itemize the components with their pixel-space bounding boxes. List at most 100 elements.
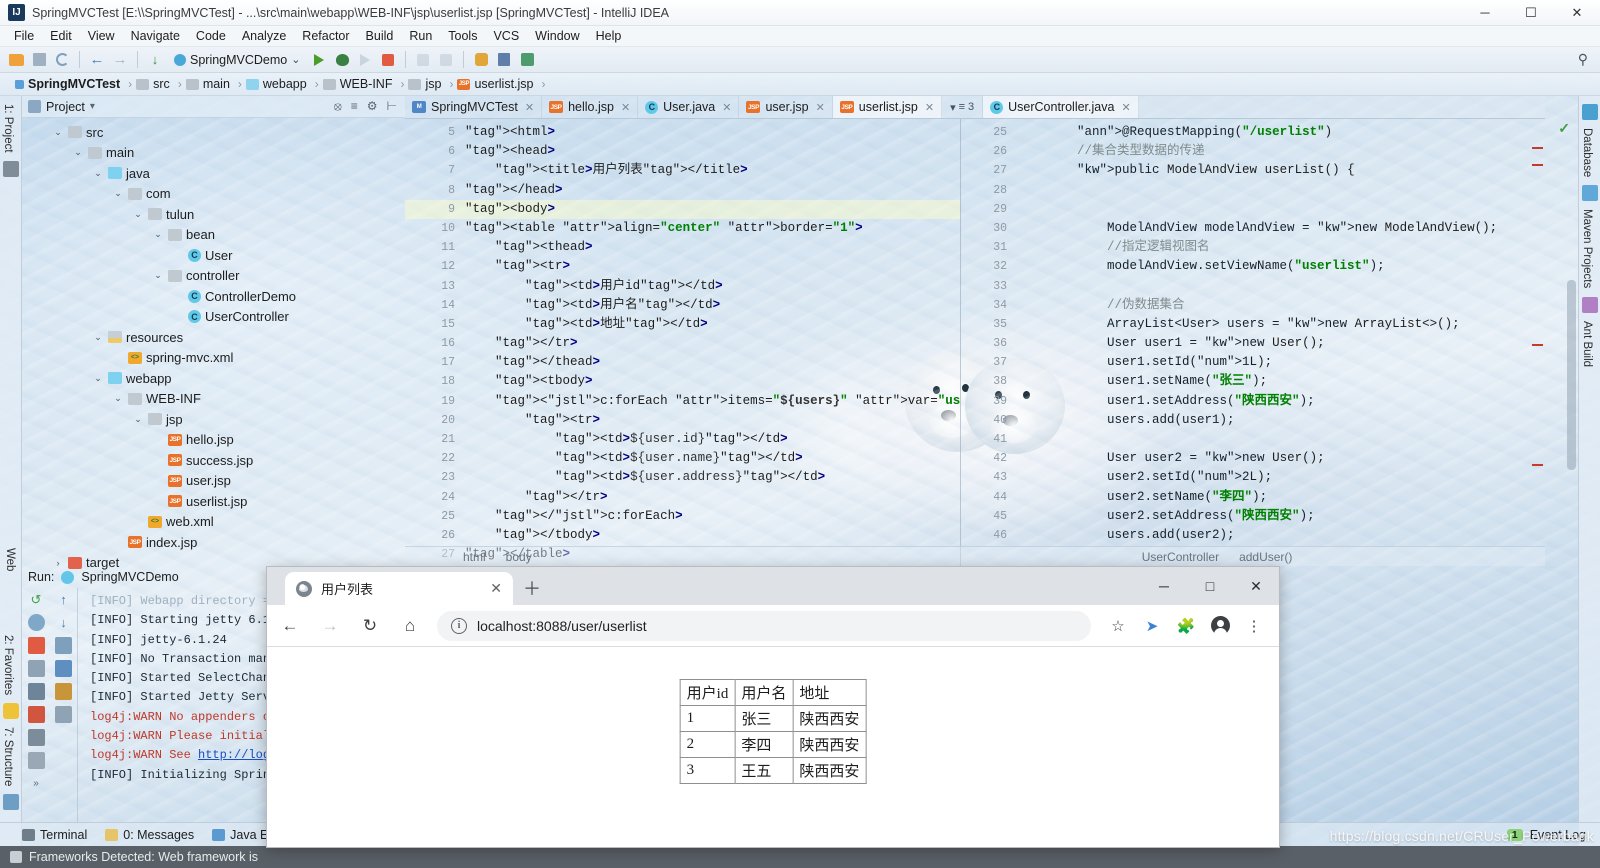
tree-twisty-icon[interactable]: ⌄ [52, 127, 64, 138]
breadcrumb-item-jsp[interactable]: jsp [405, 77, 448, 91]
run-configuration-selector[interactable]: SpringMVCDemo ⌄ [168, 52, 306, 68]
code-line[interactable]: users.add(user2); [1013, 526, 1545, 545]
sidebar-item-database[interactable]: Database [1579, 124, 1595, 181]
sync-icon[interactable] [52, 50, 72, 70]
tree-node-resources[interactable]: ⌄resources [22, 327, 405, 348]
browser-url-text[interactable]: localhost:8088/user/userlist [477, 618, 647, 634]
tree-node-user[interactable]: CUser [22, 245, 405, 266]
code-line[interactable]: ModelAndView modelAndView = "kw">new Mod… [1013, 219, 1545, 238]
browser-reload-icon[interactable]: ↻ [353, 609, 387, 643]
browser-back-icon[interactable]: ← [273, 609, 307, 643]
code-line[interactable]: //指定逻辑视图名 [1013, 238, 1545, 257]
hide-panel-icon[interactable]: ⊢ [387, 99, 397, 114]
tree-node-controllerdemo[interactable]: CControllerDemo [22, 286, 405, 307]
menu-item-navigate[interactable]: Navigate [124, 27, 187, 45]
toggle-bookmarks-icon[interactable]: ↓ [145, 50, 165, 70]
code-line[interactable]: "tag"><tr> [461, 257, 960, 276]
site-info-icon[interactable]: i [451, 618, 467, 634]
debug-icon[interactable] [332, 50, 352, 70]
tree-twisty-icon[interactable]: ⌄ [132, 414, 144, 425]
tree-node-hello-jsp[interactable]: JSPhello.jsp [22, 430, 405, 451]
menu-item-tools[interactable]: Tools [441, 27, 484, 45]
menu-item-file[interactable]: File [7, 27, 41, 45]
editor-tab-close-icon[interactable]: ✕ [925, 101, 934, 114]
browser-tab-close-icon[interactable]: ✕ [490, 580, 502, 597]
rerun-icon[interactable]: ↺ [28, 591, 45, 608]
breadcrumb-item-userlist-jsp[interactable]: JSPuserlist.jsp [454, 77, 540, 91]
tree-twisty-icon[interactable]: ⌄ [72, 147, 84, 158]
code-line[interactable]: "ann">@RequestMapping("/userlist") [1013, 123, 1545, 142]
editor-tab-springmvctest[interactable]: MSpringMVCTest✕ [405, 96, 542, 118]
code-line[interactable]: user1.setAddress("陕西西安"); [1013, 392, 1545, 411]
settings-wrench-icon[interactable] [471, 50, 491, 70]
editor-tab-close-icon[interactable]: ✕ [1121, 101, 1130, 114]
scroll-up-icon[interactable]: ↑ [55, 591, 72, 608]
editor-tab-user-jsp[interactable]: JSPuser.jsp✕ [739, 96, 832, 118]
code-line[interactable] [1013, 200, 1545, 219]
code-line[interactable]: User user1 = "kw">new User(); [1013, 334, 1545, 353]
code-line[interactable]: user1.setId("num">1L); [1013, 353, 1545, 372]
clear-all-icon[interactable] [55, 706, 72, 723]
database-icon[interactable] [517, 50, 537, 70]
tree-node-userlist-jsp[interactable]: JSPuserlist.jsp [22, 491, 405, 512]
browser-forward-icon[interactable]: → [313, 609, 347, 643]
breadcrumb-item-webapp[interactable]: webapp [243, 77, 314, 91]
code-line[interactable]: "tag"><tr> [461, 411, 960, 430]
menu-item-vcs[interactable]: VCS [486, 27, 526, 45]
browser-maximize-button[interactable]: □ [1187, 567, 1233, 605]
editor-vertical-scrollbar[interactable] [1567, 280, 1576, 470]
editor-tab-overflow[interactable]: ▾≡3 [942, 96, 983, 118]
bottom-item-terminal[interactable]: Terminal [22, 828, 87, 842]
code-line[interactable]: "tag"><body> [461, 200, 960, 219]
editor-tab-userlist-jsp[interactable]: JSPuserlist.jsp✕ [833, 96, 942, 118]
tree-twisty-icon[interactable]: ⌄ [92, 168, 104, 179]
code-line[interactable]: user2.setName("李四"); [1013, 488, 1545, 507]
menu-item-analyze[interactable]: Analyze [235, 27, 293, 45]
code-line[interactable]: "tag"><td>地址"tag"></td> [461, 315, 960, 334]
sidebar-item-ant-build[interactable]: Ant Build [1579, 317, 1595, 371]
breadcrumb-item-src[interactable]: src [133, 77, 177, 91]
code-line[interactable]: "tag"><"jstl">c:forEach "attr">items="${… [461, 392, 960, 411]
tree-node-com[interactable]: ⌄com [22, 184, 405, 205]
code-line[interactable]: //集合类型数据的传递 [1013, 142, 1545, 161]
tree-node-usercontroller[interactable]: CUserController [22, 307, 405, 328]
code-line[interactable]: "tag"><head> [461, 142, 960, 161]
forward-arrow-icon[interactable]: → [110, 50, 130, 70]
settings-gear-icon[interactable]: ⚙ [367, 99, 378, 114]
code-line[interactable]: user1.setName("张三"); [1013, 372, 1545, 391]
editor-tab-close-icon[interactable]: ✕ [525, 101, 534, 114]
code-line[interactable]: "tag"></tr> [461, 334, 960, 353]
right-code-content[interactable]: "ann">@RequestMapping("/userlist") //集合类… [1013, 119, 1545, 566]
tree-node-controller[interactable]: ⌄controller [22, 266, 405, 287]
inspections-ok-icon[interactable]: ✓ [1558, 120, 1570, 137]
code-line[interactable] [1013, 277, 1545, 296]
tree-node-spring-mvc-xml[interactable]: <>spring-mvc.xml [22, 348, 405, 369]
code-line[interactable]: "tag"><table "attr">align="center" "attr… [461, 219, 960, 238]
project-structure-icon[interactable] [494, 50, 514, 70]
browser-minimize-button[interactable]: ─ [1141, 567, 1187, 605]
tree-node-index-jsp[interactable]: JSPindex.jsp [22, 532, 405, 553]
code-line[interactable]: User user2 = "kw">new User(); [1013, 449, 1545, 468]
menu-item-code[interactable]: Code [189, 27, 233, 45]
stop-icon[interactable] [378, 50, 398, 70]
scroll-to-end-icon[interactable] [55, 660, 72, 677]
menu-item-window[interactable]: Window [528, 27, 586, 45]
code-line[interactable]: ArrayList<User> users = "kw">new ArrayLi… [1013, 315, 1545, 334]
editor-tab-close-icon[interactable]: ✕ [722, 101, 731, 114]
code-line[interactable] [1013, 430, 1545, 449]
code-line[interactable]: "tag"><thead> [461, 238, 960, 257]
tree-node-java[interactable]: ⌄java [22, 163, 405, 184]
code-line[interactable]: "tag"></tbody> [461, 526, 960, 545]
new-tab-button[interactable]: ＋ [523, 580, 541, 598]
code-line[interactable]: "tag"><td>${user.address}"tag"></td> [461, 468, 960, 487]
menu-item-run[interactable]: Run [402, 27, 439, 45]
menu-item-view[interactable]: View [81, 27, 122, 45]
camera-icon[interactable] [28, 683, 45, 700]
tree-twisty-icon[interactable]: ⌄ [112, 393, 124, 404]
soft-wrap-icon[interactable] [55, 637, 72, 654]
menu-item-build[interactable]: Build [359, 27, 401, 45]
tree-twisty-icon[interactable]: ⌄ [132, 209, 144, 220]
tree-node-bean[interactable]: ⌄bean [22, 225, 405, 246]
editor-tab-close-icon[interactable]: ✕ [621, 101, 630, 114]
browser-home-icon[interactable]: ⌂ [393, 609, 427, 643]
